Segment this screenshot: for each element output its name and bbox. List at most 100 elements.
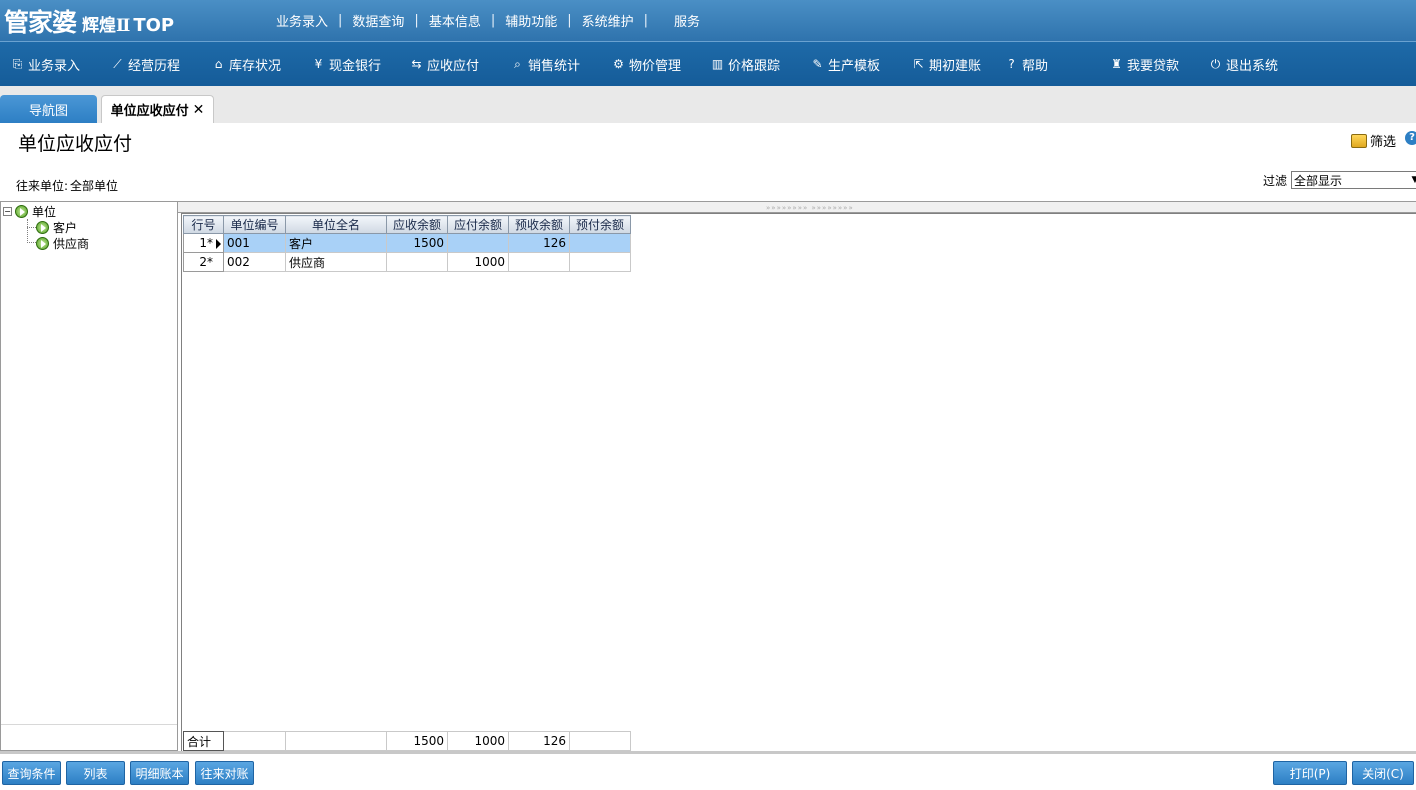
cell-advance-paid[interactable] — [569, 252, 631, 272]
nav-label: 价格跟踪 — [728, 58, 781, 74]
reconcile-button[interactable]: 往来对账 — [195, 761, 254, 785]
row-number-text: 1* — [199, 236, 213, 250]
nav-item-opening-balance[interactable]: ⇱ 期初建账 — [911, 42, 981, 86]
tree-node-label: 客户 — [53, 220, 78, 235]
top-menu-item-query[interactable]: 数据查询 — [342, 11, 414, 30]
collapse-icon[interactable]: − — [3, 206, 12, 216]
print-button[interactable]: 打印(P) — [1273, 761, 1347, 785]
column-header[interactable]: 行号 — [183, 215, 224, 234]
tree-node-label: 单位 — [32, 204, 57, 219]
cell-name[interactable]: 客户 — [285, 233, 387, 253]
table-row[interactable]: 2* 002 供应商 1000 — [183, 252, 631, 272]
party-label: 往来单位: — [16, 179, 69, 193]
brand-edition: 辉煌Ⅱ — [82, 16, 131, 36]
column-header[interactable]: 单位全名 — [285, 215, 387, 234]
party-filter-display: 往来单位: 全部单位 — [16, 177, 118, 194]
nav-item-sales-stats[interactable]: ⌕ 销售统计 — [510, 42, 580, 86]
unit-tree: − 单位 客户 供应商 — [0, 201, 178, 751]
tab-navigation-map[interactable]: 导航图 — [0, 95, 97, 123]
top-brand-bar: 管家婆 辉煌Ⅱ TOP 业务录入 | 数据查询 | 基本信息 | 辅助功能 | … — [0, 0, 1416, 41]
filter-button[interactable]: 筛选 — [1351, 131, 1396, 150]
nav-label: 生产模板 — [828, 58, 881, 74]
column-header[interactable]: 预付余额 — [569, 215, 631, 234]
totals-row: 合计 1500 1000 126 — [183, 731, 631, 751]
totals-receivable: 1500 — [386, 731, 448, 751]
nav-label: 现金银行 — [329, 58, 382, 74]
query-conditions-button[interactable]: 查询条件 — [2, 761, 61, 785]
cell-receivable[interactable] — [386, 252, 448, 272]
cell-code[interactable]: 002 — [223, 252, 286, 272]
help-icon: ? — [1008, 57, 1015, 71]
tree-node-supplier[interactable]: 供应商 — [36, 235, 89, 251]
nav-item-inventory[interactable]: ⌂ 库存状况 — [211, 42, 281, 86]
cell-advance-received[interactable] — [508, 252, 570, 272]
row-number: 2* — [183, 252, 224, 272]
tree-node-label: 供应商 — [53, 236, 90, 251]
top-menu-item-entry[interactable]: 业务录入 — [266, 11, 338, 30]
cell-name[interactable]: 供应商 — [285, 252, 387, 272]
column-header[interactable]: 应付余额 — [447, 215, 509, 234]
nav-item-help[interactable]: ? 帮助 — [1004, 42, 1048, 86]
wrench-icon: ✎ — [812, 57, 823, 71]
column-header[interactable]: 应收余额 — [386, 215, 448, 234]
nav-item-price-track[interactable]: ▥ 价格跟踪 — [710, 42, 780, 86]
tab-unit-receivable-payable[interactable]: 单位应收应付 ✕ — [101, 95, 214, 123]
column-header[interactable]: 单位编号 — [223, 215, 286, 234]
table-row[interactable]: 1* 001 客户 1500 126 — [183, 233, 631, 253]
totals-payable: 1000 — [447, 731, 509, 751]
column-header[interactable]: 预收余额 — [508, 215, 570, 234]
page-title: 单位应收应付 — [18, 133, 133, 155]
top-menu: 业务录入 | 数据查询 | 基本信息 | 辅助功能 | 系统维护 | 服务 — [266, 0, 710, 41]
top-menu-separator: | — [643, 13, 649, 28]
nav-item-production-template[interactable]: ✎ 生产模板 — [810, 42, 880, 86]
display-filter-label: 过滤 — [1263, 173, 1288, 188]
top-menu-item-maintenance[interactable]: 系统维护 — [572, 11, 644, 30]
tree-node-customer[interactable]: 客户 — [36, 219, 77, 235]
nav-item-exit[interactable]: ⏻ 退出系统 — [1208, 42, 1278, 86]
filter-icon — [1351, 133, 1367, 148]
cell-advance-received[interactable]: 126 — [508, 233, 570, 253]
cell-payable[interactable] — [447, 233, 509, 253]
nav-label: 期初建账 — [929, 58, 982, 74]
tree-node-root[interactable]: − 单位 — [3, 203, 56, 219]
detail-ledger-button[interactable]: 明细账本 — [130, 761, 189, 785]
totals-code — [223, 731, 286, 751]
nav-item-cash-bank[interactable]: ¥ 现金银行 — [311, 42, 381, 86]
list-button[interactable]: 列表 — [66, 761, 125, 785]
totals-advance-paid — [569, 731, 631, 751]
yen-icon: ¥ — [314, 57, 323, 71]
nav-label: 帮助 — [1022, 58, 1049, 74]
cell-advance-paid[interactable] — [569, 233, 631, 253]
top-menu-item-service[interactable]: 服务 — [664, 11, 710, 30]
nav-item-loan[interactable]: ♜ 我要贷款 — [1109, 42, 1179, 86]
nav-item-receivable-payable[interactable]: ⇆ 应收应付 — [409, 42, 479, 86]
display-filter-select[interactable]: 全部显示 ▼ — [1291, 171, 1416, 189]
cell-receivable[interactable]: 1500 — [386, 233, 448, 253]
tab-strip: 导航图 单位应收应付 ✕ — [0, 86, 1416, 123]
totals-name — [285, 731, 387, 751]
top-menu-item-basic-info[interactable]: 基本信息 — [419, 11, 491, 30]
help-circle-icon[interactable]: ? — [1405, 131, 1416, 145]
cell-code[interactable]: 001 — [223, 233, 286, 253]
balance-grid: 行号 单位编号 单位全名 应收余额 应付余额 预收余额 预付余额 1* 001 … — [181, 213, 1416, 751]
nav-item-entry[interactable]: ⎘ 业务录入 — [10, 42, 80, 86]
app-logo: 管家婆 辉煌Ⅱ TOP — [4, 3, 174, 37]
row-number: 1* — [183, 233, 224, 253]
node-icon — [36, 236, 49, 250]
close-button[interactable]: 关闭(C) — [1352, 761, 1414, 785]
home-icon: ⌂ — [214, 57, 223, 71]
display-filter: 过滤 全部显示 ▼ — [1263, 171, 1416, 189]
nav-item-price-mgmt[interactable]: ⚙ 物价管理 — [611, 42, 681, 86]
tree-divider — [1, 724, 177, 725]
cell-payable[interactable]: 1000 — [447, 252, 509, 272]
money-bag-icon: ♜ — [1111, 57, 1122, 71]
top-menu-item-aux[interactable]: 辅助功能 — [495, 11, 567, 30]
party-value: 全部单位 — [70, 179, 119, 193]
pane-splitter[interactable]: »»»»»»»» »»»»»»»» — [178, 201, 1416, 213]
nav-label: 库存状况 — [229, 58, 282, 74]
close-icon[interactable]: ✕ — [193, 102, 205, 118]
chevron-down-icon: ▼ — [1411, 175, 1416, 185]
nav-item-history[interactable]: ⟋ 经营历程 — [110, 42, 180, 86]
totals-row-table: 合计 1500 1000 126 — [183, 731, 631, 751]
tree-connector — [27, 219, 28, 243]
